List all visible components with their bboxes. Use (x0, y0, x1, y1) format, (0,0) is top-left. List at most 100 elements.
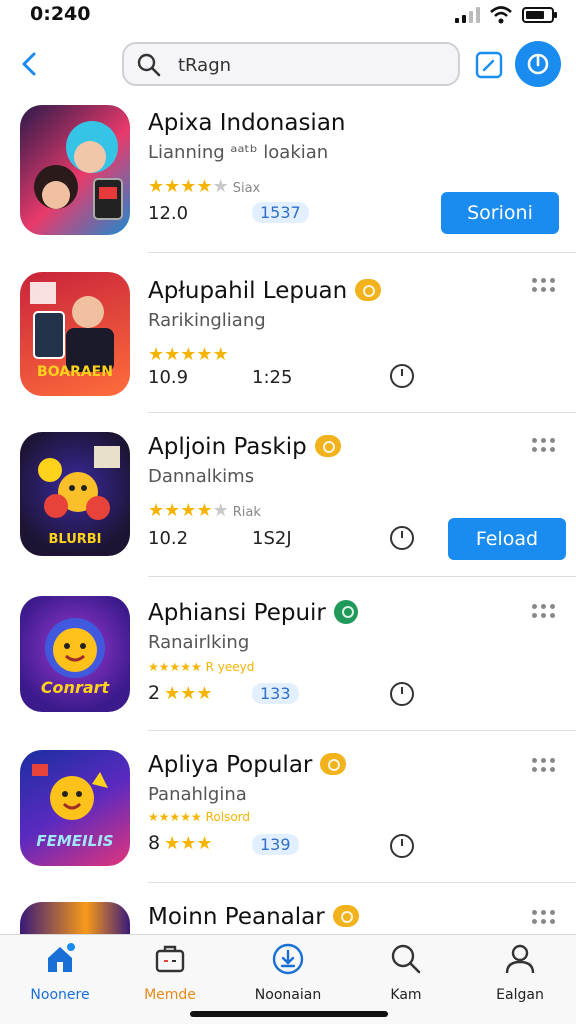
divider (148, 730, 576, 731)
more-options-icon[interactable] (532, 758, 558, 774)
search-input[interactable] (178, 52, 438, 78)
more-options-icon[interactable] (532, 438, 558, 454)
rating-stars: ★★★★★ Riak (148, 500, 261, 521)
app-title: Apliya Popular (148, 752, 347, 778)
tab-label: Ealgan (496, 987, 544, 1003)
app-size: 1S2J (252, 528, 292, 549)
app-version: 12.0 (148, 203, 189, 224)
app-icon-label: BOARAEN (37, 364, 113, 380)
tab-label: Noonaian (254, 987, 322, 1003)
review-count-badge: 133 (252, 683, 299, 704)
app-title: Apłupahil Lepuan (148, 278, 382, 304)
divider (148, 252, 576, 253)
back-button[interactable] (14, 48, 46, 80)
clock-icon[interactable] (388, 524, 416, 552)
star-icon: ★ (164, 833, 181, 854)
more-options-icon[interactable] (532, 910, 558, 926)
tab-home[interactable]: Noonere (10, 943, 110, 1003)
app-title-text: Apljoin Paskip (148, 434, 307, 460)
app-title: Moinn Peanalar (148, 904, 359, 930)
badge-icon (355, 278, 382, 301)
search-bar[interactable] (122, 42, 460, 86)
briefcase-icon (155, 945, 185, 973)
star-icon: ★ (196, 176, 213, 197)
divider (148, 412, 576, 413)
app-subtitle: Lianning ᵃᵃᵗᵇ loakian (148, 142, 329, 163)
wifi-icon (490, 6, 512, 24)
clock-icon[interactable] (388, 362, 416, 390)
app-icon[interactable] (20, 902, 130, 934)
power-icon (527, 53, 549, 75)
status-time: 0:240 (30, 3, 91, 25)
app-title: Aphiansi Pepuir (148, 599, 358, 626)
feload-button[interactable]: Feload (448, 518, 566, 560)
app-icon[interactable]: FEMEILIS (20, 750, 130, 866)
app-version: 10.9 (148, 367, 189, 388)
app-icon[interactable]: BOARAEN (20, 272, 130, 396)
rating-stars: 2 ★★★ (148, 682, 213, 704)
profile-button[interactable] (515, 41, 561, 87)
small-rating-row: ★★★★★ R yeeyd (148, 660, 255, 674)
rating-stars: 8 ★★★ (148, 832, 213, 854)
badge-icon (320, 752, 347, 775)
edit-button[interactable] (474, 50, 504, 80)
tab-label: Noonere (30, 987, 90, 1003)
star-icon: ★ (148, 344, 165, 365)
star-icon: ★ (196, 344, 213, 365)
home-icon (48, 943, 75, 972)
star-icon: ★ (180, 833, 197, 854)
app-subtitle: Rarikingliang (148, 310, 266, 331)
star-icon: ★ (196, 683, 213, 704)
star-icon: ★ (212, 344, 229, 365)
star-icon: ★ (212, 500, 229, 521)
star-icon: ★ (148, 500, 165, 521)
tab-kam[interactable]: Kam (356, 943, 456, 1003)
rating-stars: ★★★★★ (148, 344, 229, 365)
star-icon: ★ (212, 176, 229, 197)
tab-memde[interactable]: Memde (120, 943, 220, 1003)
app-icon-label: Conrart (40, 678, 110, 697)
more-options-icon[interactable] (532, 278, 558, 294)
app-version: 10.2 (148, 528, 189, 549)
rating-stars: ★★★★★ Siax (148, 176, 260, 197)
tab-ealgan[interactable]: Ealgan (470, 943, 570, 1003)
status-bar: 0:240 (0, 0, 576, 32)
star-icon: ★ (164, 683, 181, 704)
divider (148, 576, 576, 577)
sorioni-button[interactable]: Sorioni (441, 192, 559, 234)
app-title: Apixa Indonasian (148, 110, 346, 136)
app-title-text: Moinn Peanalar (148, 904, 325, 930)
app-subtitle: Dannalkims (148, 466, 255, 487)
rating-prefix: 2 (148, 682, 161, 704)
app-title-text: Apliya Popular (148, 752, 313, 778)
app-icon[interactable]: Conrart (20, 596, 130, 712)
clock-icon[interactable] (388, 832, 416, 860)
tab-noonaian[interactable]: Noonaian (238, 943, 338, 1003)
app-icon[interactable]: BLURBI (20, 432, 130, 556)
star-icon: ★ (180, 344, 197, 365)
app-icon[interactable] (20, 105, 130, 235)
star-icon: ★ (180, 176, 197, 197)
tab-label: Kam (390, 987, 422, 1003)
star-icon: ★ (164, 344, 181, 365)
badge-icon (333, 599, 358, 624)
download-icon (272, 943, 304, 975)
status-icons (455, 6, 557, 24)
battery-icon (522, 7, 557, 23)
rating-label: Riak (232, 505, 261, 520)
star-icon: ★ (164, 500, 181, 521)
tab-label: Memde (144, 987, 196, 1003)
clock-icon[interactable] (388, 680, 416, 708)
small-rating-row: ★★★★★ Rolsord (148, 810, 251, 824)
signal-icon (455, 7, 480, 23)
more-options-icon[interactable] (532, 604, 558, 620)
review-count-badge: 139 (252, 834, 299, 855)
search-row (0, 40, 576, 88)
badge-icon (332, 904, 359, 927)
star-icon: ★ (180, 500, 197, 521)
star-icon: ★ (164, 176, 181, 197)
home-indicator (190, 1011, 388, 1017)
star-icon: ★ (196, 833, 213, 854)
star-icon: ★ (148, 176, 165, 197)
person-icon (505, 944, 535, 974)
